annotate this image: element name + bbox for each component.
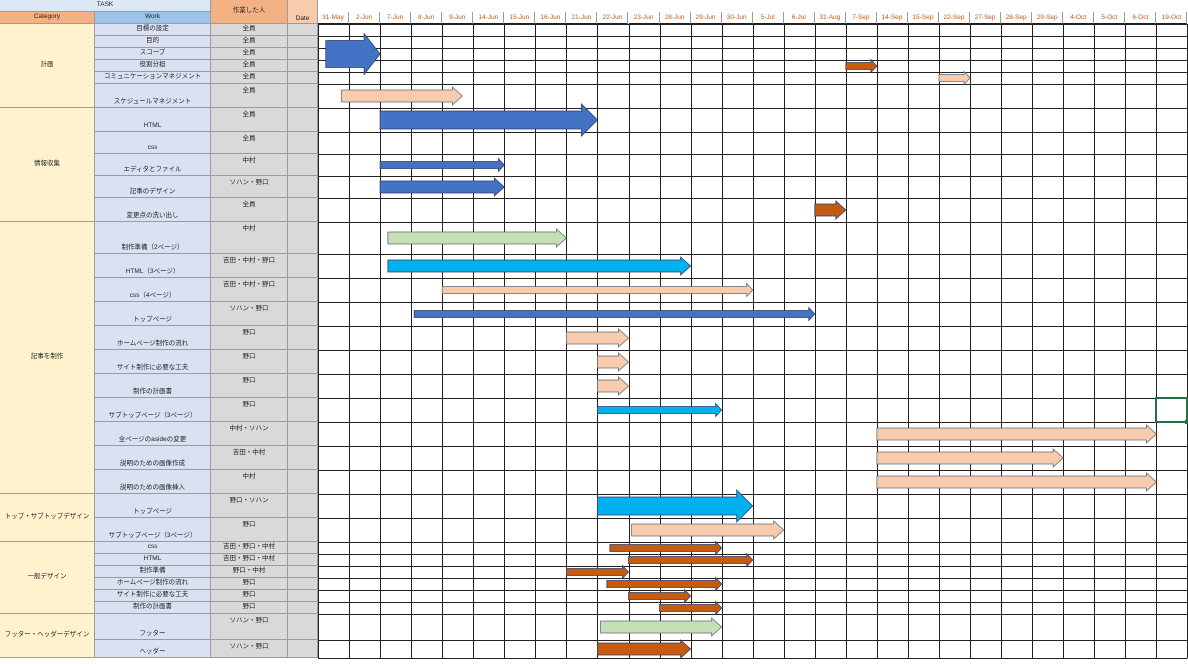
gantt-bar-arrow[interactable] (597, 402, 723, 418)
gantt-bar-arrow[interactable] (566, 328, 630, 348)
gantt-bar-arrow[interactable] (325, 32, 381, 76)
gantt-bar-arrow[interactable] (659, 600, 723, 616)
gantt-bar-arrow[interactable] (340, 86, 463, 106)
gantt-bar-arrow[interactable] (628, 588, 692, 604)
gantt-bar-arrow[interactable] (631, 520, 785, 540)
gantt-bar-arrow[interactable] (876, 424, 1157, 444)
gantt-sheet: TASK 作業した人 Date Category Work 31-May 2-Ju… (0, 0, 1188, 664)
gantt-bar-arrow[interactable] (814, 200, 847, 220)
gantt-bar-arrow[interactable] (597, 639, 692, 659)
gantt-bar-arrow[interactable] (876, 472, 1157, 492)
gantt-bar-arrow[interactable] (938, 70, 971, 86)
gantt-bar-arrow[interactable] (600, 617, 723, 637)
gantt-bar-arrow[interactable] (597, 352, 630, 372)
gantt-bars (318, 24, 1188, 659)
gantt-bar-arrow[interactable] (876, 448, 1064, 468)
gantt-bar-arrow[interactable] (597, 376, 630, 396)
gantt-bar-arrow[interactable] (413, 306, 816, 322)
gantt-bar-arrow[interactable] (609, 540, 723, 556)
gantt-bar-arrow[interactable] (387, 256, 692, 276)
selected-cell[interactable] (1155, 397, 1188, 423)
gantt-bar-arrow[interactable] (379, 177, 505, 197)
gantt-bar-arrow[interactable] (628, 552, 754, 568)
gantt-bar-arrow[interactable] (387, 228, 567, 248)
gantt-bar-arrow[interactable] (845, 58, 878, 74)
gantt-bar-arrow[interactable] (606, 576, 723, 592)
